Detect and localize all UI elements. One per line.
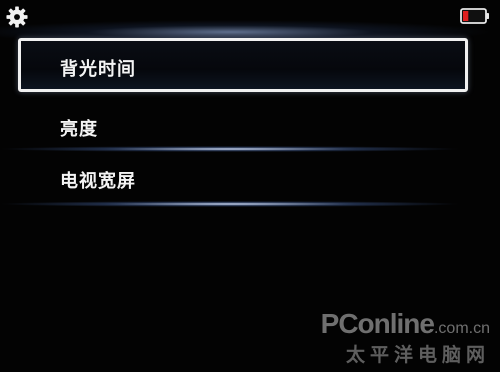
gear-icon: [6, 6, 28, 28]
status-bar: [0, 0, 500, 36]
menu-item-tv-widescreen[interactable]: 电视宽屏: [18, 150, 468, 204]
site-watermark: PConline.com.cn 太平洋电脑网: [321, 309, 490, 367]
watermark-chinese-name: 太平洋电脑网: [345, 344, 490, 366]
menu-item-label: 背光时间: [60, 59, 136, 80]
settings-screen: 背光时间 亮度 电视宽屏 PConline.com.cn 太平洋电脑网: [0, 0, 500, 372]
watermark-brand: PConline.com.cn: [321, 309, 490, 344]
battery-low-icon: [460, 8, 489, 24]
menu-item-label: 亮度: [60, 119, 98, 140]
watermark-brand-suffix: .com.cn: [433, 320, 490, 337]
menu-item-brightness[interactable]: 亮度: [18, 98, 468, 152]
menu-item-label: 电视宽屏: [60, 171, 136, 192]
menu-divider: [0, 200, 500, 208]
watermark-brand-name: PConline: [320, 308, 435, 339]
menu-item-backlight-time[interactable]: 背光时间: [18, 38, 468, 92]
